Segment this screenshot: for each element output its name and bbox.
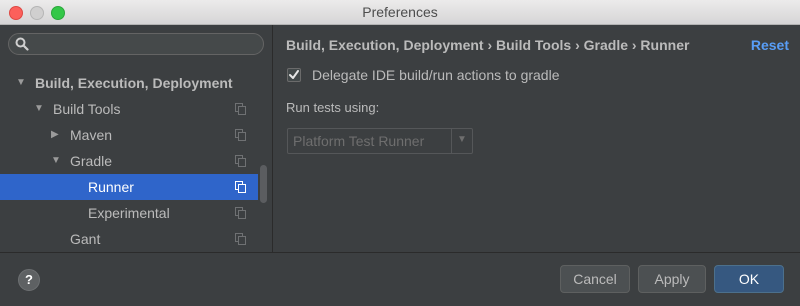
settings-sidebar: ▼ Build, Execution, Deployment ▼ Build Tool… bbox=[0, 25, 273, 252]
project-settings-icon bbox=[235, 103, 246, 115]
sidebar-item-maven[interactable]: ▶ Maven bbox=[0, 122, 258, 148]
run-tests-label: Run tests using: bbox=[286, 100, 380, 115]
project-settings-icon bbox=[235, 207, 246, 219]
delegate-checkbox-label[interactable]: Delegate IDE build/run actions to gradle bbox=[312, 67, 559, 83]
sidebar-item-runner[interactable]: Runner bbox=[0, 174, 258, 200]
expanded-arrow-icon[interactable]: ▼ bbox=[16, 70, 26, 96]
project-settings-icon bbox=[235, 155, 246, 167]
sidebar-item-build-tools[interactable]: ▼ Build Tools bbox=[0, 96, 258, 122]
project-settings-icon bbox=[235, 129, 246, 141]
reset-link[interactable]: Reset bbox=[751, 37, 789, 53]
sidebar-item-build-execution-deployment[interactable]: ▼ Build, Execution, Deployment bbox=[0, 70, 258, 96]
preferences-window: Preferences ▼ Build, Execution, Deploymen… bbox=[0, 0, 800, 306]
sidebar-item-label: Build Tools bbox=[53, 101, 121, 117]
search-input[interactable] bbox=[8, 33, 264, 55]
run-tests-selected-value: Platform Test Runner bbox=[293, 133, 425, 149]
chevron-down-icon: ▼ bbox=[457, 134, 467, 145]
dialog-footer: ? Cancel Apply OK bbox=[0, 252, 800, 306]
delegate-checkbox[interactable] bbox=[287, 68, 301, 82]
select-divider bbox=[451, 129, 452, 153]
ok-button[interactable]: OK bbox=[714, 265, 784, 293]
sidebar-item-experimental[interactable]: Experimental bbox=[0, 200, 258, 226]
title-bar: Preferences bbox=[0, 0, 800, 25]
breadcrumb: Build, Execution, Deployment › Build Too… bbox=[286, 37, 690, 53]
settings-panel: Build, Execution, Deployment › Build Too… bbox=[273, 25, 800, 252]
cancel-button[interactable]: Cancel bbox=[560, 265, 630, 293]
run-tests-select[interactable]: Platform Test Runner ▼ bbox=[287, 128, 473, 154]
project-settings-icon bbox=[235, 181, 246, 193]
sidebar-item-gradle[interactable]: ▼ Gradle bbox=[0, 148, 258, 174]
expanded-arrow-icon[interactable]: ▼ bbox=[51, 148, 61, 174]
checkmark-icon bbox=[289, 70, 299, 79]
window-title: Preferences bbox=[362, 4, 438, 20]
sidebar-item-gant[interactable]: Gant bbox=[0, 226, 258, 252]
sidebar-item-label: Experimental bbox=[88, 205, 170, 221]
sidebar-item-label: Gradle bbox=[70, 153, 113, 169]
expanded-arrow-icon[interactable]: ▼ bbox=[34, 96, 44, 122]
apply-button[interactable]: Apply bbox=[638, 265, 706, 293]
sidebar-item-label: Maven bbox=[70, 127, 113, 143]
sidebar-item-label: Runner bbox=[88, 179, 134, 195]
sidebar-scrollbar[interactable] bbox=[260, 165, 267, 203]
sidebar-item-label: Gant bbox=[70, 231, 101, 247]
project-settings-icon bbox=[235, 233, 246, 245]
collapsed-arrow-icon[interactable]: ▶ bbox=[51, 122, 59, 148]
search-icon bbox=[15, 37, 29, 51]
sidebar-item-label: Build, Execution, Deployment bbox=[35, 75, 233, 91]
help-button[interactable]: ? bbox=[18, 269, 40, 291]
